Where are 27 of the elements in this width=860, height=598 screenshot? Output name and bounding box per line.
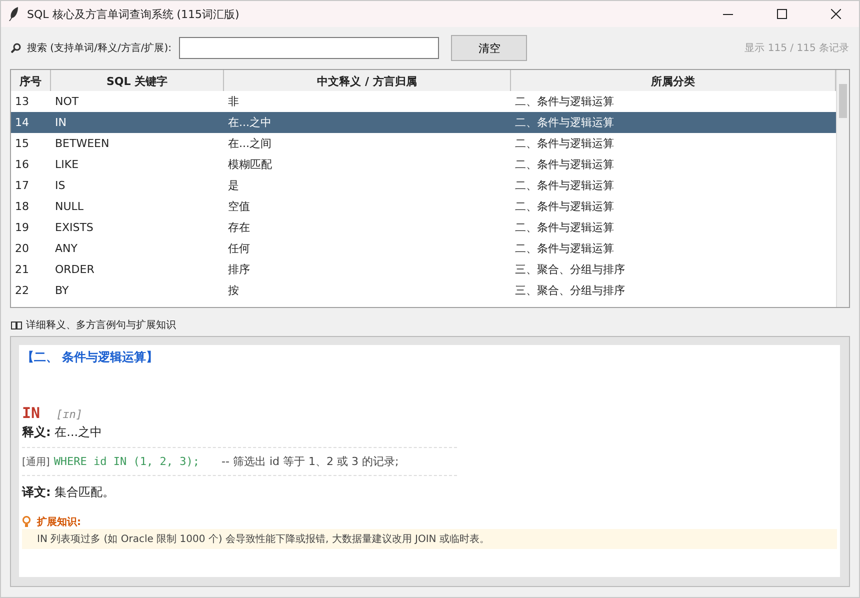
extension-text: IN 列表项过多 (如 Oracle 限制 1000 个) 会导致性能下降或报错, 大数据量建议改用 JOIN 或临时表。 xyxy=(22,529,837,549)
close-icon xyxy=(831,9,841,19)
table-cell[interactable]: 14 xyxy=(11,112,51,133)
phonetic: [ɪn] xyxy=(56,408,83,421)
meaning-text: 释义: 在...之中 xyxy=(22,424,104,441)
dialect-tag: [通用] xyxy=(22,454,50,468)
search-icon xyxy=(11,43,21,53)
maximize-icon xyxy=(777,9,787,19)
code-example: WHERE id IN (1, 2, 3); xyxy=(54,455,200,468)
keyword-title: IN xyxy=(22,404,40,422)
category-heading: 【二、 条件与逻辑运算】 xyxy=(22,349,160,366)
scrollbar[interactable] xyxy=(836,70,849,307)
clear-button[interactable]: 清空 xyxy=(451,35,528,61)
section-title: 详细释义、多方言例句与扩展知识 xyxy=(26,318,176,332)
search-field[interactable] xyxy=(179,37,440,59)
translation-text: 译文: 集合匹配。 xyxy=(22,484,116,501)
search-label: 搜索 (支持单词/释义/方言/扩展): xyxy=(27,42,172,55)
code-comment: -- 筛选出 id 等于 1、2 或 3 的记录; xyxy=(222,454,399,469)
table-cell[interactable]: 在...之中 xyxy=(224,112,511,133)
table-cell[interactable]: IN xyxy=(51,112,224,133)
feather-icon xyxy=(9,7,19,21)
lightbulb-icon xyxy=(22,516,31,528)
book-icon xyxy=(11,320,22,330)
extension-title: 扩展知识: xyxy=(37,515,81,529)
table-cell[interactable]: 二、条件与逻辑运算 xyxy=(511,112,836,133)
record-count: 显示 115 / 115 条记录 xyxy=(744,42,849,55)
window-title: SQL 核心及方言单词查询系统 (115词汇版) xyxy=(27,6,240,22)
